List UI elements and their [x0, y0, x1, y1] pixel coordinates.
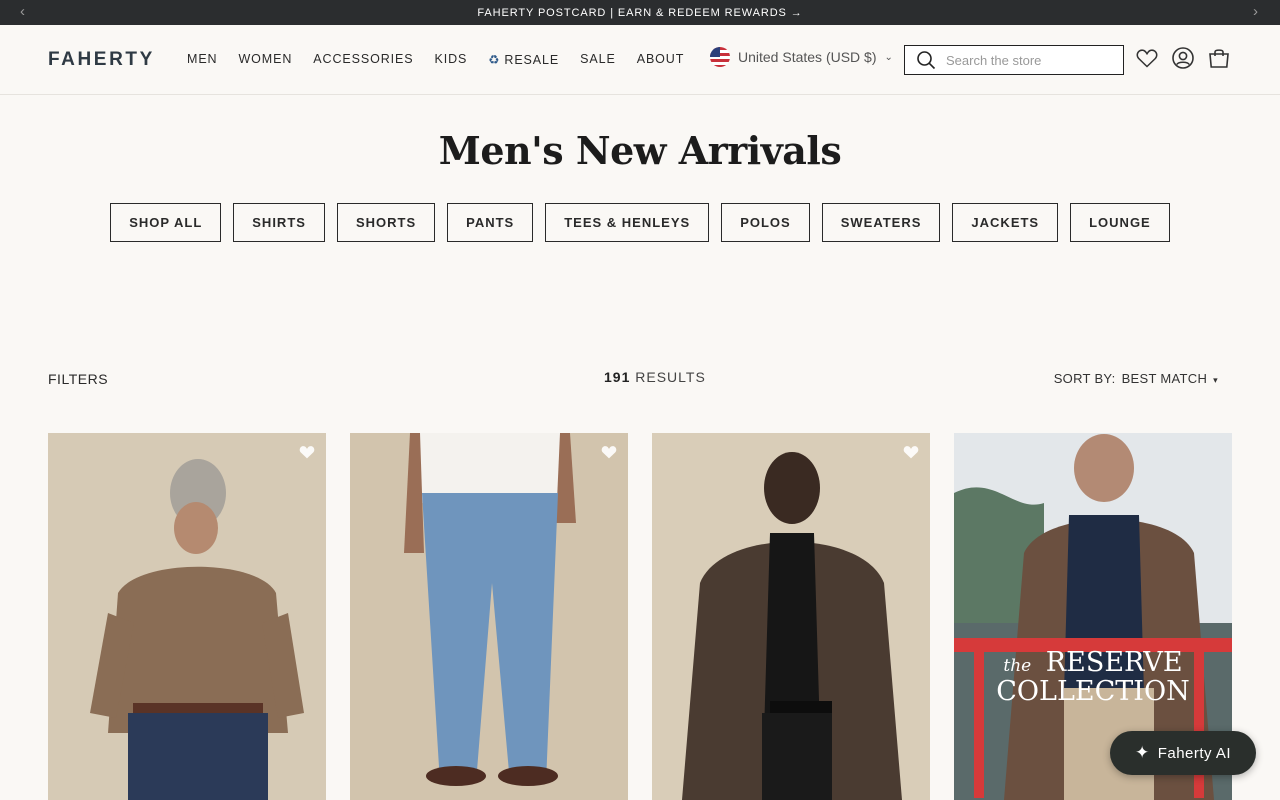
- nav-accessories[interactable]: ACCESSORIES: [313, 52, 413, 67]
- nav-resale[interactable]: ♻ RESALE: [488, 52, 559, 67]
- site-header: FAHERTY MEN WOMEN ACCESSORIES KIDS ♻ RESA…: [0, 25, 1280, 95]
- sort-dropdown[interactable]: SORT BY: BEST MATCH ▾: [1054, 371, 1218, 386]
- product-image: [350, 433, 628, 800]
- page-title: Men's New Arrivals: [438, 128, 842, 173]
- category-pants[interactable]: PANTS: [447, 203, 534, 242]
- region-selector[interactable]: United States (USD $) ⌄: [710, 47, 893, 67]
- announcement-next-arrow-icon[interactable]: ›: [1253, 3, 1258, 21]
- main-nav: MEN WOMEN ACCESSORIES KIDS ♻ RESALE SALE …: [187, 52, 705, 67]
- promo-small-text: the: [1003, 656, 1032, 676]
- filters-toggle[interactable]: FILTERS: [48, 371, 108, 387]
- announcement-prev-arrow-icon[interactable]: ‹: [20, 3, 25, 21]
- category-sweaters[interactable]: SWEATERS: [821, 203, 941, 242]
- product-card[interactable]: [652, 433, 930, 800]
- category-shirts[interactable]: SHIRTS: [233, 203, 325, 242]
- product-image: [652, 433, 930, 800]
- results-number: 191: [604, 369, 631, 385]
- wishlist-heart-icon[interactable]: [298, 443, 316, 461]
- nav-kids[interactable]: KIDS: [435, 52, 468, 67]
- promo-headline: the RESERVE: [954, 647, 1232, 678]
- chevron-down-icon: ⌄: [884, 51, 893, 63]
- category-lounge[interactable]: LOUNGE: [1070, 203, 1170, 242]
- announcement-bar: ‹ FAHERTY POSTCARD | EARN & REDEEM REWAR…: [0, 0, 1280, 25]
- category-jackets[interactable]: JACKETS: [952, 203, 1059, 242]
- recycle-icon: ♻: [488, 53, 501, 67]
- results-count: 191 RESULTS: [604, 369, 706, 385]
- promo-line-2: COLLECTION: [996, 676, 1190, 707]
- nav-resale-label: RESALE: [504, 53, 560, 67]
- promo-line-1: RESERVE: [1045, 647, 1183, 678]
- wishlist-heart-icon[interactable]: [600, 443, 618, 461]
- sparkle-icon: ✦: [1134, 743, 1150, 762]
- search-input[interactable]: [946, 52, 1106, 68]
- wishlist-heart-icon[interactable]: [902, 443, 920, 461]
- nav-women[interactable]: WOMEN: [238, 52, 292, 67]
- sort-value: BEST MATCH: [1121, 371, 1208, 386]
- results-label: RESULTS: [635, 369, 706, 385]
- nav-sale[interactable]: SALE: [580, 52, 616, 67]
- category-shop-all[interactable]: SHOP ALL: [110, 203, 222, 242]
- faherty-ai-label: Faherty AI: [1157, 744, 1232, 762]
- cart-bag-icon[interactable]: [1207, 46, 1231, 70]
- category-polos[interactable]: POLOS: [721, 203, 810, 242]
- chevron-down-icon: ▾: [1213, 375, 1218, 385]
- faherty-logo[interactable]: FAHERTY: [48, 49, 155, 71]
- product-image: [48, 433, 326, 800]
- search-icon: [917, 51, 936, 70]
- category-tees-henleys[interactable]: TEES & HENLEYS: [545, 203, 710, 242]
- wishlist-heart-icon[interactable]: [1135, 46, 1159, 70]
- us-flag-icon: [710, 47, 730, 67]
- category-shorts[interactable]: SHORTS: [336, 203, 436, 242]
- faherty-ai-button[interactable]: ✦ Faherty AI: [1110, 731, 1256, 775]
- account-icon[interactable]: [1171, 46, 1195, 70]
- region-label: United States (USD $): [738, 49, 877, 65]
- nav-men[interactable]: MEN: [187, 52, 217, 67]
- sort-label: SORT BY:: [1053, 371, 1116, 386]
- search-box[interactable]: [904, 45, 1124, 75]
- category-filter-bar: SHOP ALL SHIRTS SHORTS PANTS TEES & HENL…: [0, 203, 1280, 242]
- product-card[interactable]: [48, 433, 326, 800]
- nav-about[interactable]: ABOUT: [637, 52, 685, 67]
- product-card[interactable]: [350, 433, 628, 800]
- announcement-text[interactable]: FAHERTY POSTCARD | EARN & REDEEM REWARDS…: [477, 7, 802, 19]
